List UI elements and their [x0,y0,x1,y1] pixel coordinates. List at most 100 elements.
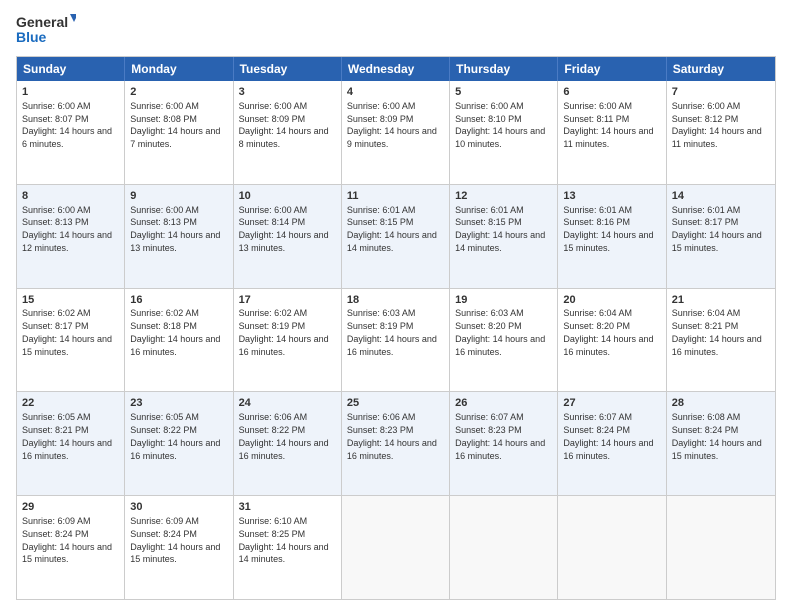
day-info: Sunrise: 6:00 AMSunset: 8:07 PMDaylight:… [22,101,112,149]
day-cell-20: 20 Sunrise: 6:04 AMSunset: 8:20 PMDaylig… [558,289,666,392]
day-cell-30: 30 Sunrise: 6:09 AMSunset: 8:24 PMDaylig… [125,496,233,599]
day-cell-3: 3 Sunrise: 6:00 AMSunset: 8:09 PMDayligh… [234,81,342,184]
day-number: 10 [239,189,336,204]
day-info: Sunrise: 6:03 AMSunset: 8:20 PMDaylight:… [455,308,545,356]
day-number: 3 [239,85,336,100]
day-number: 15 [22,293,119,308]
day-cell-18: 18 Sunrise: 6:03 AMSunset: 8:19 PMDaylig… [342,289,450,392]
calendar-body: 1 Sunrise: 6:00 AMSunset: 8:07 PMDayligh… [17,81,775,599]
day-number: 13 [563,189,660,204]
day-number: 27 [563,396,660,411]
week-row-1: 1 Sunrise: 6:00 AMSunset: 8:07 PMDayligh… [17,81,775,184]
day-info: Sunrise: 6:08 AMSunset: 8:24 PMDaylight:… [672,412,762,460]
day-info: Sunrise: 6:07 AMSunset: 8:24 PMDaylight:… [563,412,653,460]
day-info: Sunrise: 6:01 AMSunset: 8:15 PMDaylight:… [455,205,545,253]
day-number: 12 [455,189,552,204]
day-info: Sunrise: 6:00 AMSunset: 8:10 PMDaylight:… [455,101,545,149]
day-cell-16: 16 Sunrise: 6:02 AMSunset: 8:18 PMDaylig… [125,289,233,392]
day-cell-15: 15 Sunrise: 6:02 AMSunset: 8:17 PMDaylig… [17,289,125,392]
day-number: 19 [455,293,552,308]
empty-cell [450,496,558,599]
header-cell-monday: Monday [125,57,233,81]
day-info: Sunrise: 6:04 AMSunset: 8:20 PMDaylight:… [563,308,653,356]
logo-svg: General Blue [16,12,76,48]
day-cell-5: 5 Sunrise: 6:00 AMSunset: 8:10 PMDayligh… [450,81,558,184]
day-number: 1 [22,85,119,100]
day-number: 31 [239,500,336,515]
day-info: Sunrise: 6:06 AMSunset: 8:23 PMDaylight:… [347,412,437,460]
day-info: Sunrise: 6:00 AMSunset: 8:08 PMDaylight:… [130,101,220,149]
day-number: 11 [347,189,444,204]
day-cell-24: 24 Sunrise: 6:06 AMSunset: 8:22 PMDaylig… [234,392,342,495]
week-row-3: 15 Sunrise: 6:02 AMSunset: 8:17 PMDaylig… [17,288,775,392]
day-number: 21 [672,293,770,308]
day-info: Sunrise: 6:09 AMSunset: 8:24 PMDaylight:… [22,516,112,564]
logo: General Blue [16,12,76,48]
day-number: 7 [672,85,770,100]
svg-text:General: General [16,14,68,30]
day-number: 18 [347,293,444,308]
day-info: Sunrise: 6:01 AMSunset: 8:16 PMDaylight:… [563,205,653,253]
day-cell-4: 4 Sunrise: 6:00 AMSunset: 8:09 PMDayligh… [342,81,450,184]
day-number: 29 [22,500,119,515]
day-number: 9 [130,189,227,204]
day-info: Sunrise: 6:02 AMSunset: 8:19 PMDaylight:… [239,308,329,356]
day-cell-9: 9 Sunrise: 6:00 AMSunset: 8:13 PMDayligh… [125,185,233,288]
week-row-4: 22 Sunrise: 6:05 AMSunset: 8:21 PMDaylig… [17,391,775,495]
day-cell-11: 11 Sunrise: 6:01 AMSunset: 8:15 PMDaylig… [342,185,450,288]
day-cell-25: 25 Sunrise: 6:06 AMSunset: 8:23 PMDaylig… [342,392,450,495]
empty-cell [558,496,666,599]
day-number: 2 [130,85,227,100]
header-cell-saturday: Saturday [667,57,775,81]
day-info: Sunrise: 6:00 AMSunset: 8:09 PMDaylight:… [239,101,329,149]
day-info: Sunrise: 6:02 AMSunset: 8:18 PMDaylight:… [130,308,220,356]
day-number: 25 [347,396,444,411]
header-cell-sunday: Sunday [17,57,125,81]
day-info: Sunrise: 6:03 AMSunset: 8:19 PMDaylight:… [347,308,437,356]
day-number: 16 [130,293,227,308]
day-cell-12: 12 Sunrise: 6:01 AMSunset: 8:15 PMDaylig… [450,185,558,288]
week-row-5: 29 Sunrise: 6:09 AMSunset: 8:24 PMDaylig… [17,495,775,599]
day-info: Sunrise: 6:09 AMSunset: 8:24 PMDaylight:… [130,516,220,564]
day-info: Sunrise: 6:00 AMSunset: 8:11 PMDaylight:… [563,101,653,149]
day-cell-1: 1 Sunrise: 6:00 AMSunset: 8:07 PMDayligh… [17,81,125,184]
day-number: 4 [347,85,444,100]
day-info: Sunrise: 6:10 AMSunset: 8:25 PMDaylight:… [239,516,329,564]
day-number: 17 [239,293,336,308]
day-info: Sunrise: 6:00 AMSunset: 8:13 PMDaylight:… [22,205,112,253]
header-cell-friday: Friday [558,57,666,81]
day-cell-23: 23 Sunrise: 6:05 AMSunset: 8:22 PMDaylig… [125,392,233,495]
day-info: Sunrise: 6:02 AMSunset: 8:17 PMDaylight:… [22,308,112,356]
header-cell-tuesday: Tuesday [234,57,342,81]
day-cell-17: 17 Sunrise: 6:02 AMSunset: 8:19 PMDaylig… [234,289,342,392]
calendar: SundayMondayTuesdayWednesdayThursdayFrid… [16,56,776,600]
day-info: Sunrise: 6:00 AMSunset: 8:12 PMDaylight:… [672,101,762,149]
week-row-2: 8 Sunrise: 6:00 AMSunset: 8:13 PMDayligh… [17,184,775,288]
day-cell-22: 22 Sunrise: 6:05 AMSunset: 8:21 PMDaylig… [17,392,125,495]
day-number: 20 [563,293,660,308]
svg-text:Blue: Blue [16,29,47,45]
day-cell-19: 19 Sunrise: 6:03 AMSunset: 8:20 PMDaylig… [450,289,558,392]
day-info: Sunrise: 6:06 AMSunset: 8:22 PMDaylight:… [239,412,329,460]
empty-cell [342,496,450,599]
day-number: 28 [672,396,770,411]
day-info: Sunrise: 6:00 AMSunset: 8:09 PMDaylight:… [347,101,437,149]
header-cell-wednesday: Wednesday [342,57,450,81]
calendar-header-row: SundayMondayTuesdayWednesdayThursdayFrid… [17,57,775,81]
day-info: Sunrise: 6:05 AMSunset: 8:22 PMDaylight:… [130,412,220,460]
day-number: 26 [455,396,552,411]
day-number: 30 [130,500,227,515]
day-info: Sunrise: 6:07 AMSunset: 8:23 PMDaylight:… [455,412,545,460]
page: General Blue SundayMondayTuesdayWednesda… [0,0,792,612]
day-info: Sunrise: 6:05 AMSunset: 8:21 PMDaylight:… [22,412,112,460]
day-cell-26: 26 Sunrise: 6:07 AMSunset: 8:23 PMDaylig… [450,392,558,495]
day-cell-7: 7 Sunrise: 6:00 AMSunset: 8:12 PMDayligh… [667,81,775,184]
header: General Blue [16,12,776,48]
day-cell-2: 2 Sunrise: 6:00 AMSunset: 8:08 PMDayligh… [125,81,233,184]
day-cell-31: 31 Sunrise: 6:10 AMSunset: 8:25 PMDaylig… [234,496,342,599]
day-number: 14 [672,189,770,204]
day-cell-21: 21 Sunrise: 6:04 AMSunset: 8:21 PMDaylig… [667,289,775,392]
day-number: 24 [239,396,336,411]
day-cell-29: 29 Sunrise: 6:09 AMSunset: 8:24 PMDaylig… [17,496,125,599]
day-cell-6: 6 Sunrise: 6:00 AMSunset: 8:11 PMDayligh… [558,81,666,184]
